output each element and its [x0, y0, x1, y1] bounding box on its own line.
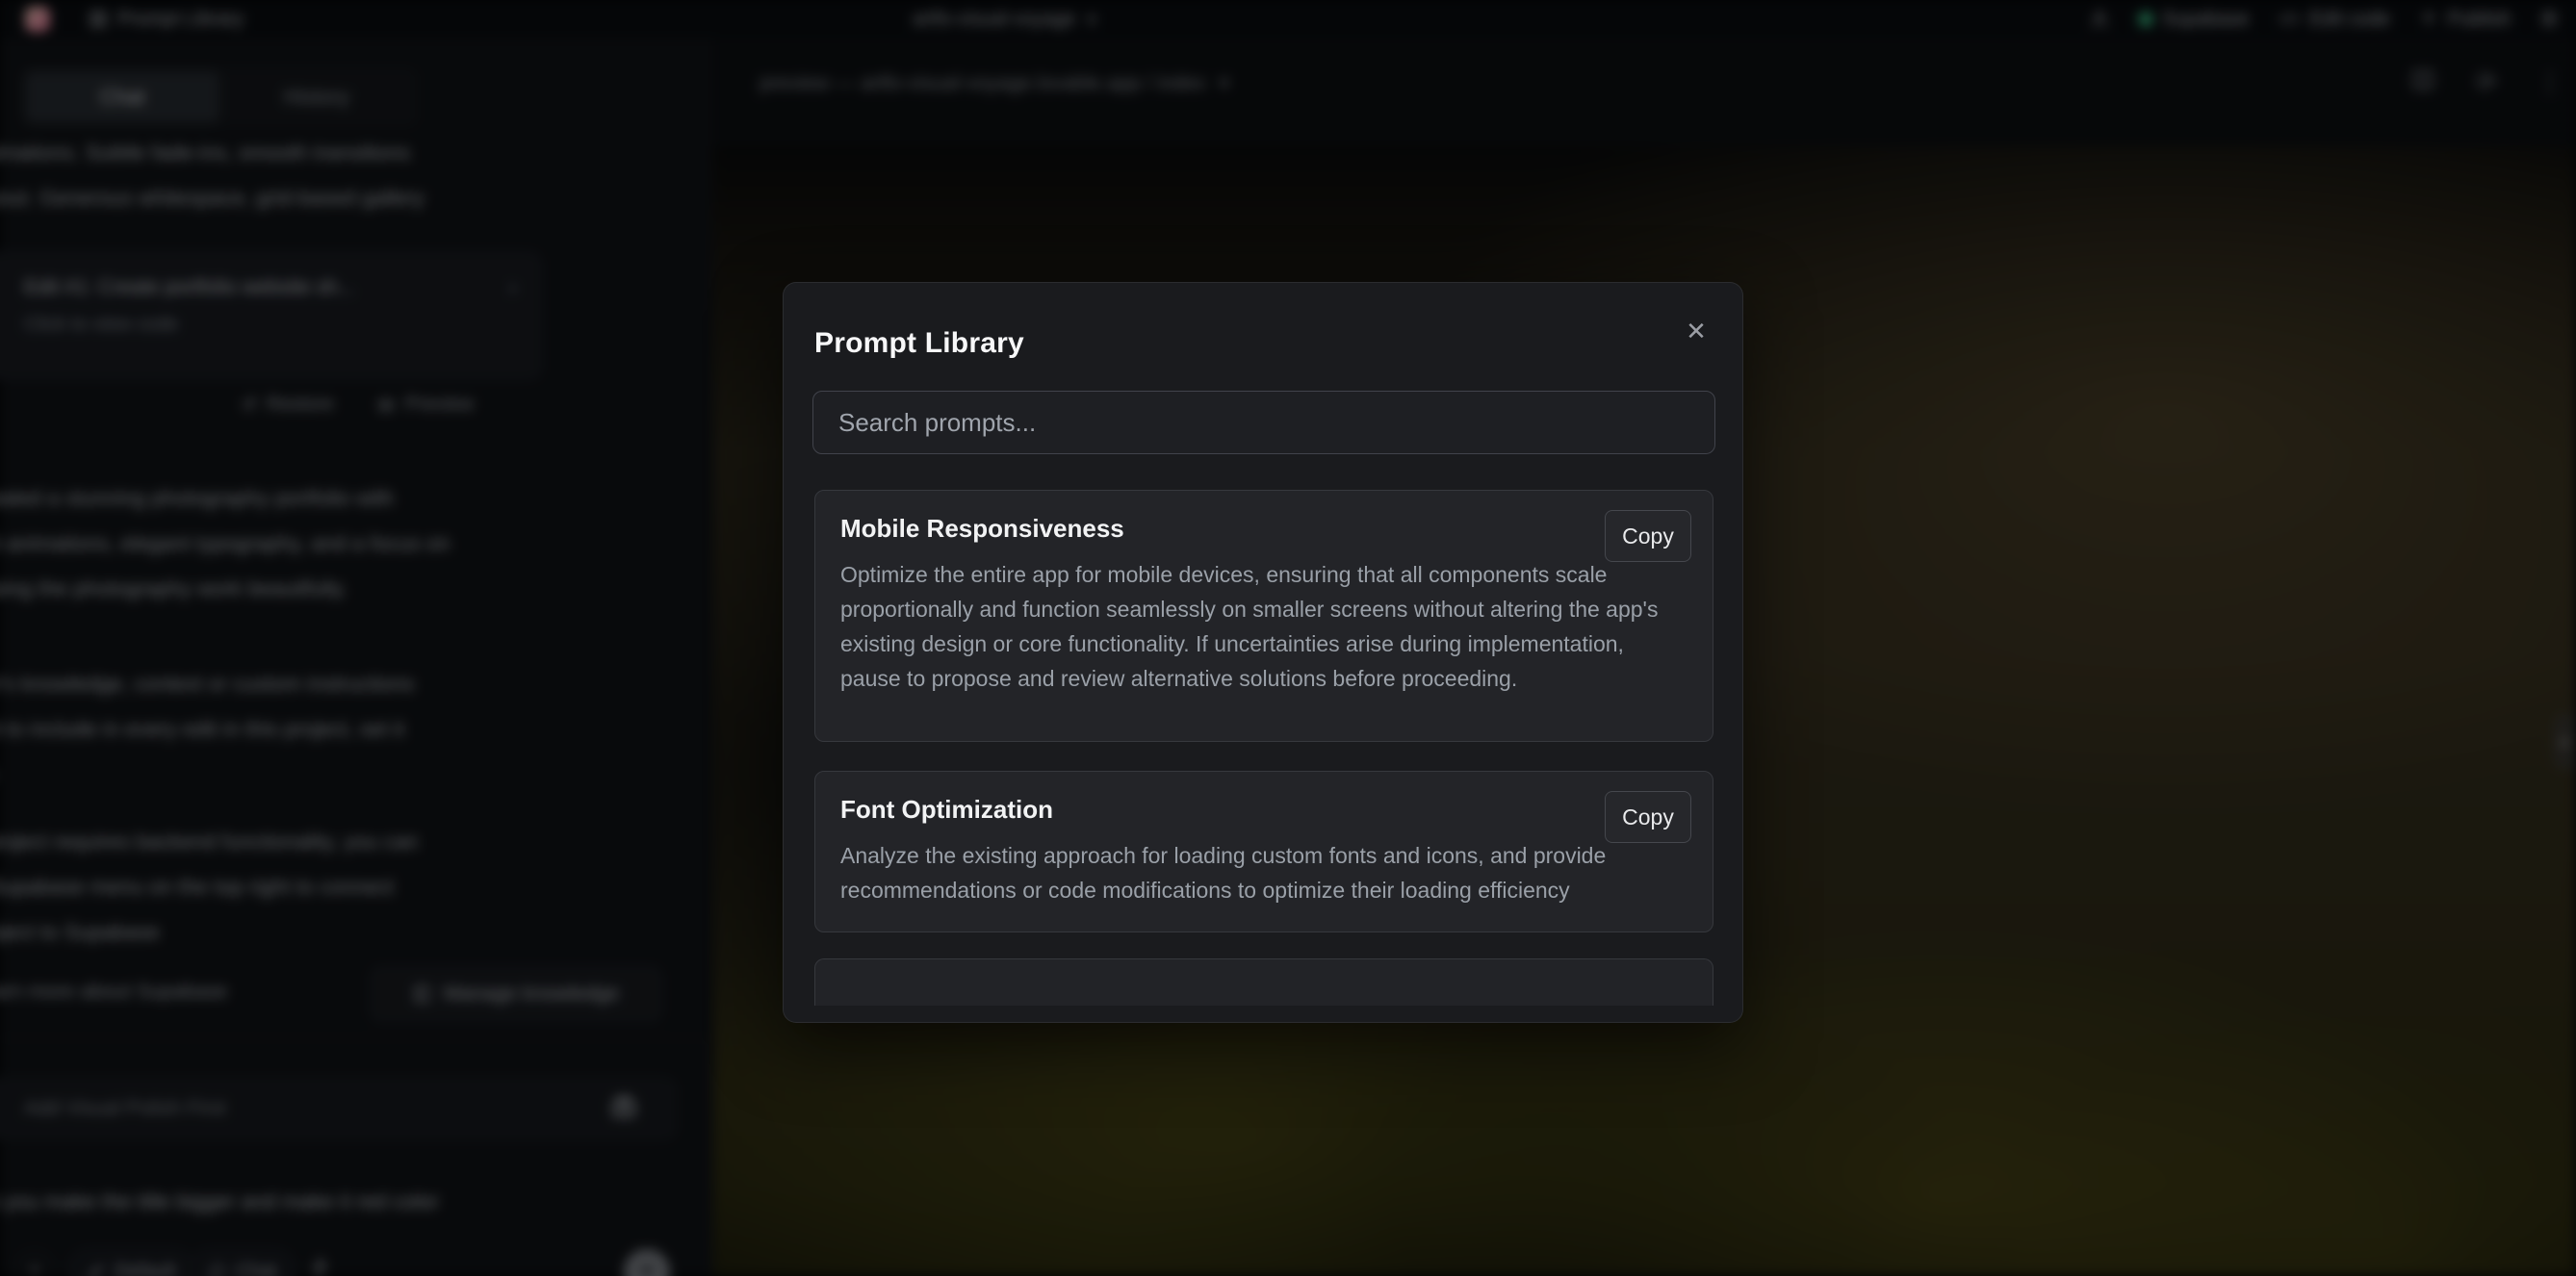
copy-button[interactable]: Copy — [1605, 510, 1691, 562]
prompt-card-title: Font Optimization — [840, 795, 1687, 825]
prompt-card-description: Optimize the entire app for mobile devic… — [840, 557, 1687, 696]
app-window: Prompt Library artfo-visual-voyage ▾ Sup… — [0, 0, 2576, 1276]
prompt-card-description: Analyze the existing approach for loadin… — [840, 838, 1687, 907]
prompt-card-title: Mobile Responsiveness — [840, 514, 1687, 544]
prompt-card[interactable]: Mobile Responsiveness Copy Optimize the … — [814, 490, 1713, 742]
modal-title: Prompt Library — [814, 327, 1024, 360]
prompt-card-partial[interactable] — [814, 958, 1713, 1006]
prompt-library-modal: Prompt Library ✕ Mobile Responsiveness C… — [783, 282, 1743, 1023]
prompt-card[interactable]: Font Optimization Copy Analyze the exist… — [814, 771, 1713, 932]
close-icon[interactable]: ✕ — [1679, 314, 1713, 348]
copy-button[interactable]: Copy — [1605, 791, 1691, 843]
search-input[interactable] — [812, 391, 1715, 454]
